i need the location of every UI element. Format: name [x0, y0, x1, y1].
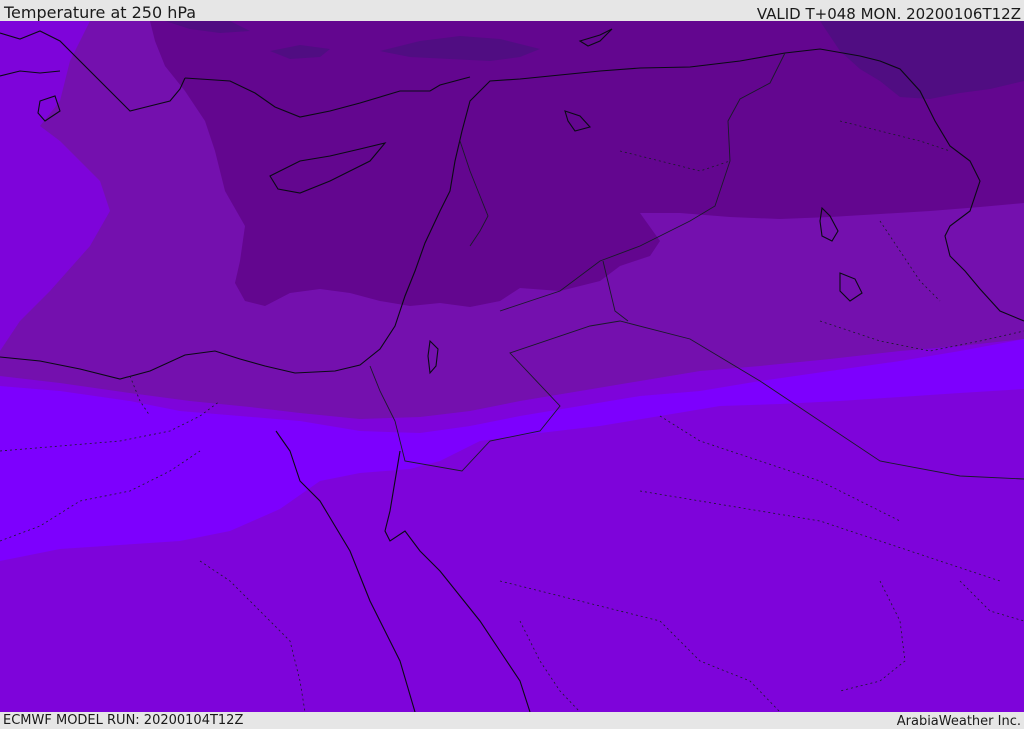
footer-bar: ECMWF MODEL RUN: 20200104T12Z ArabiaWeat…: [0, 712, 1024, 729]
weather-map-page: Temperature at 250 hPa VALID T+048 MON. …: [0, 0, 1024, 729]
map-title: Temperature at 250 hPa: [4, 3, 197, 22]
header-bar: Temperature at 250 hPa VALID T+048 MON. …: [0, 0, 1024, 23]
model-run-label: ECMWF MODEL RUN: 20200104T12Z: [3, 713, 244, 728]
map-svg: [0, 21, 1024, 712]
map-canvas[interactable]: [0, 21, 1024, 712]
credit-label: ArabiaWeather Inc.: [896, 714, 1021, 729]
